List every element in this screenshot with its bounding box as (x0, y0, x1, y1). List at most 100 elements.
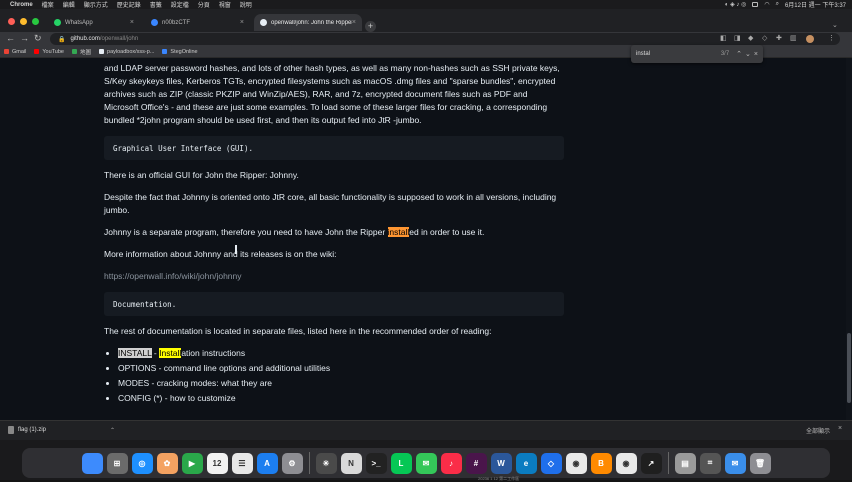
close-window-button[interactable] (8, 18, 15, 25)
menu-icon[interactable]: ⋮ (828, 34, 835, 42)
forward-icon[interactable]: → (20, 33, 29, 43)
calendar-icon[interactable]: 12 (206, 452, 228, 474)
menu-item[interactable]: 顯示方式 (84, 0, 108, 9)
address-host: github.com (70, 36, 100, 42)
slack-icon[interactable]: # (465, 452, 487, 474)
vscode-icon[interactable]: ◇ (540, 452, 562, 474)
tab-whatsapp[interactable]: WhatsApp × (48, 14, 140, 31)
find-input[interactable]: instal (636, 51, 650, 57)
menu-item[interactable]: 編輯 (63, 0, 75, 9)
extension-icon[interactable]: ◇ (762, 34, 767, 42)
find-next-icon[interactable]: ⌄ (745, 50, 751, 58)
download-filename: flag (1).zip (18, 427, 47, 433)
find-prev-icon[interactable]: ⌃ (736, 50, 742, 58)
close-tab-icon[interactable]: × (352, 19, 356, 26)
chrome-alt-icon[interactable]: ◉ (615, 452, 637, 474)
stocks-icon[interactable]: ↗ (640, 452, 662, 474)
tab-openwall-john[interactable]: openwall/john: John the Ripper × (254, 14, 362, 31)
preview-icon[interactable]: ▤ (674, 452, 696, 474)
extension-icon[interactable]: ◨ (734, 34, 741, 42)
menu-item[interactable]: 設定檔 (171, 0, 189, 9)
trash-icon[interactable]: 🗑 (749, 452, 771, 474)
facetime-icon[interactable]: ▶ (181, 452, 203, 474)
wiki-link[interactable]: https://openwall.info/wiki/john/johnny (104, 270, 564, 283)
menu-item[interactable]: 檔案 (42, 0, 54, 9)
reminders-icon[interactable]: ☰ (231, 452, 253, 474)
show-all-downloads-button[interactable]: 全部顯示 (806, 426, 830, 435)
reload-icon[interactable]: ↻ (34, 33, 42, 44)
word-icon[interactable]: W (490, 452, 512, 474)
close-download-bar-icon[interactable]: × (838, 425, 842, 432)
settings-icon[interactable]: ⚙ (281, 452, 303, 474)
photos-icon[interactable]: ✿ (156, 452, 178, 474)
safari-icon[interactable]: ◎ (131, 452, 153, 474)
zoom-window-button[interactable] (32, 18, 39, 25)
menu-item[interactable]: 分頁 (198, 0, 210, 9)
battery-icon[interactable] (752, 2, 759, 7)
music-icon[interactable]: ♪ (440, 452, 462, 474)
bookmark-stegonline[interactable]: StegOnline (162, 48, 198, 55)
bookmark-gmail[interactable]: Gmail (4, 49, 26, 55)
bookmark-youtube[interactable]: YouTube (34, 49, 64, 55)
tab-label: n00bzCTF (162, 19, 191, 26)
finder-icon[interactable] (81, 452, 103, 474)
macos-menubar: Chrome 檔案 編輯 顯示方式 歷史記錄 書籤 設定檔 分頁 視窗 說明 ◐… (0, 0, 852, 9)
sidepanel-icon[interactable]: ▥ (790, 34, 797, 42)
notes-icon[interactable]: N (340, 452, 362, 474)
menu-item[interactable]: 書籤 (150, 0, 162, 9)
code-block-gui: Graphical User Interface (GUI). (104, 136, 564, 160)
paragraph-gui: There is an official GUI for John the Ri… (104, 170, 299, 180)
tab-search-icon[interactable]: ⌄ (832, 21, 838, 29)
dock-caption: 20236 1 12 第二工作區 (478, 476, 520, 481)
chatgpt-icon[interactable]: ✳ (315, 452, 337, 474)
appstore-icon[interactable]: A (256, 452, 278, 474)
menubar-clock[interactable]: 6月12日 週一 下午3:37 (785, 0, 846, 9)
find-close-icon[interactable]: × (754, 51, 758, 58)
bookmark-maps[interactable]: 地圖 (72, 48, 91, 56)
page-scrollbar[interactable] (846, 58, 852, 420)
gmail-icon (4, 49, 9, 54)
line-icon[interactable]: L (390, 452, 412, 474)
scrollbar-thumb[interactable] (847, 333, 851, 403)
new-tab-button[interactable]: + (365, 21, 376, 32)
spotlight-icon[interactable]: ⌕ (776, 1, 779, 8)
tab-n00bzctf[interactable]: n00bzCTF × (145, 14, 250, 31)
bookmark-label: 地圖 (80, 49, 92, 56)
close-tab-icon[interactable]: × (130, 19, 134, 26)
books-icon[interactable]: B (590, 452, 612, 474)
bookmark-payloadbox[interactable]: payloadbox/xss-p... (99, 49, 154, 55)
menu-item[interactable]: 說明 (240, 0, 252, 9)
bookmark-label: payloadbox/xss-p... (107, 48, 155, 55)
bookmark-label: YouTube (42, 48, 64, 55)
screenshot-icon[interactable]: ⌗ (699, 452, 721, 474)
extension-icon[interactable]: ◆ (748, 34, 753, 42)
messages-icon[interactable]: ✉ (415, 452, 437, 474)
lock-icon[interactable]: 🔒 (58, 36, 65, 43)
code-text: Graphical User Interface (GUI). (113, 143, 253, 153)
terminal-icon[interactable]: >_ (365, 452, 387, 474)
menu-item[interactable]: 歷史記錄 (117, 0, 141, 9)
puzzle-icon[interactable]: ✚ (776, 34, 782, 42)
back-icon[interactable]: ← (6, 33, 15, 43)
download-item[interactable]: flag (1).zip ⌃ (8, 426, 115, 434)
menu-item[interactable]: 視窗 (219, 0, 231, 9)
close-tab-icon[interactable]: × (240, 19, 244, 26)
wifi-icon[interactable]: ◠ (764, 1, 769, 8)
profile-avatar[interactable] (806, 35, 814, 43)
bookmark-label: StegOnline (170, 48, 198, 55)
extension-icon[interactable]: ◧ (720, 34, 727, 42)
mail-icon[interactable]: ✉ (724, 452, 746, 474)
minimize-window-button[interactable] (20, 18, 27, 25)
address-path: /openwall/john (99, 36, 139, 42)
link-text[interactable]: https://openwall.info/wiki/john/johnny (104, 271, 242, 281)
chevron-up-icon[interactable]: ⌃ (110, 427, 115, 434)
menu-app-name[interactable]: Chrome (10, 2, 33, 8)
status-icons[interactable]: ◐ ◈ ♪ ◎ (725, 1, 746, 8)
stegonline-icon (162, 49, 168, 54)
tab-label: WhatsApp (65, 19, 93, 26)
edge-icon[interactable]: e (515, 452, 537, 474)
readme-article: and LDAP server password hashes, and lot… (104, 58, 564, 406)
launchpad-icon[interactable]: ⊞ (106, 452, 128, 474)
install-file-code[interactable]: INSTALL (118, 348, 152, 358)
chrome-icon[interactable]: ◉ (565, 452, 587, 474)
